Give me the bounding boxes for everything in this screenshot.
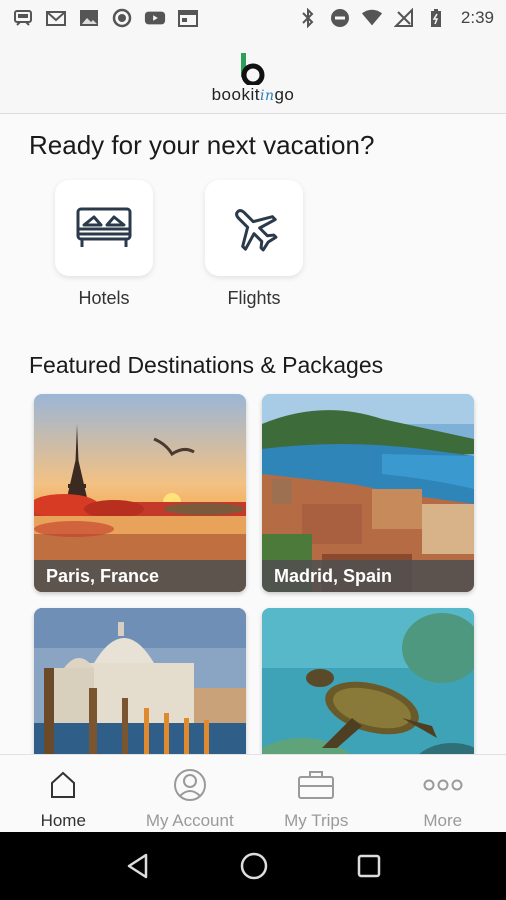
recents-icon[interactable] bbox=[356, 853, 382, 879]
youtube-icon bbox=[144, 9, 166, 27]
home-icon bbox=[51, 771, 76, 798]
destination-label: Madrid, Spain bbox=[262, 560, 474, 592]
logo-b-icon bbox=[241, 52, 265, 85]
briefcase-icon bbox=[298, 771, 335, 799]
hotels-button[interactable] bbox=[55, 180, 153, 276]
nav-my-trips[interactable]: My Trips bbox=[253, 755, 380, 832]
hotels-label: Hotels bbox=[78, 288, 130, 308]
nav-my-account-label: My Account bbox=[145, 811, 234, 830]
page-headline: Ready for your next vacation? bbox=[29, 130, 375, 160]
system-navigation-bar bbox=[0, 832, 506, 900]
sea-turtle-image bbox=[262, 608, 474, 754]
flights-button[interactable] bbox=[205, 180, 303, 276]
bluetooth-icon bbox=[297, 8, 319, 28]
category-hotels[interactable]: Hotels bbox=[55, 180, 153, 309]
destination-card-4[interactable] bbox=[262, 608, 474, 754]
circle-icon bbox=[111, 8, 133, 28]
train-icon bbox=[12, 9, 34, 27]
nav-my-account[interactable]: My Account bbox=[127, 755, 254, 832]
destination-card-3[interactable] bbox=[34, 608, 246, 754]
bottom-navigation: Home My Account My Trips More bbox=[0, 754, 506, 832]
brand-logo: bookitingo bbox=[198, 45, 308, 105]
destination-card-paris[interactable]: Paris, France bbox=[34, 394, 246, 592]
category-flights[interactable]: Flights bbox=[205, 180, 303, 309]
nav-more-label: More bbox=[423, 811, 463, 830]
battery-icon bbox=[425, 9, 447, 27]
status-time: 2:39 bbox=[460, 8, 494, 27]
main-content[interactable]: Ready for your next vacation? Hotels Fli… bbox=[0, 114, 506, 754]
destination-card-madrid[interactable]: Madrid, Spain bbox=[262, 394, 474, 592]
image-icon bbox=[78, 9, 100, 27]
bed-icon bbox=[76, 207, 132, 247]
venice-image bbox=[34, 608, 246, 754]
more-icon bbox=[423, 779, 463, 791]
status-bar: 2:39 bbox=[0, 0, 506, 36]
featured-section-title: Featured Destinations & Packages bbox=[29, 352, 384, 378]
account-icon bbox=[173, 769, 206, 801]
nav-my-trips-label: My Trips bbox=[284, 811, 349, 830]
wifi-icon bbox=[361, 9, 383, 27]
nav-home-label: Home bbox=[40, 811, 86, 830]
flights-label: Flights bbox=[227, 288, 281, 308]
no-signal-icon bbox=[393, 8, 415, 27]
airplane-icon bbox=[235, 209, 278, 252]
logo-wordmark: bookitingo bbox=[211, 84, 295, 104]
home-circle-icon[interactable] bbox=[239, 851, 269, 881]
calendar-icon bbox=[177, 9, 199, 27]
back-icon[interactable] bbox=[124, 852, 152, 880]
destination-label: Paris, France bbox=[34, 560, 246, 592]
gmail-icon bbox=[45, 9, 67, 27]
nav-more[interactable]: More bbox=[380, 755, 506, 832]
app-header: bookitingo bbox=[0, 36, 506, 114]
nav-home[interactable]: Home bbox=[0, 755, 127, 832]
do-not-disturb-icon bbox=[329, 9, 351, 27]
